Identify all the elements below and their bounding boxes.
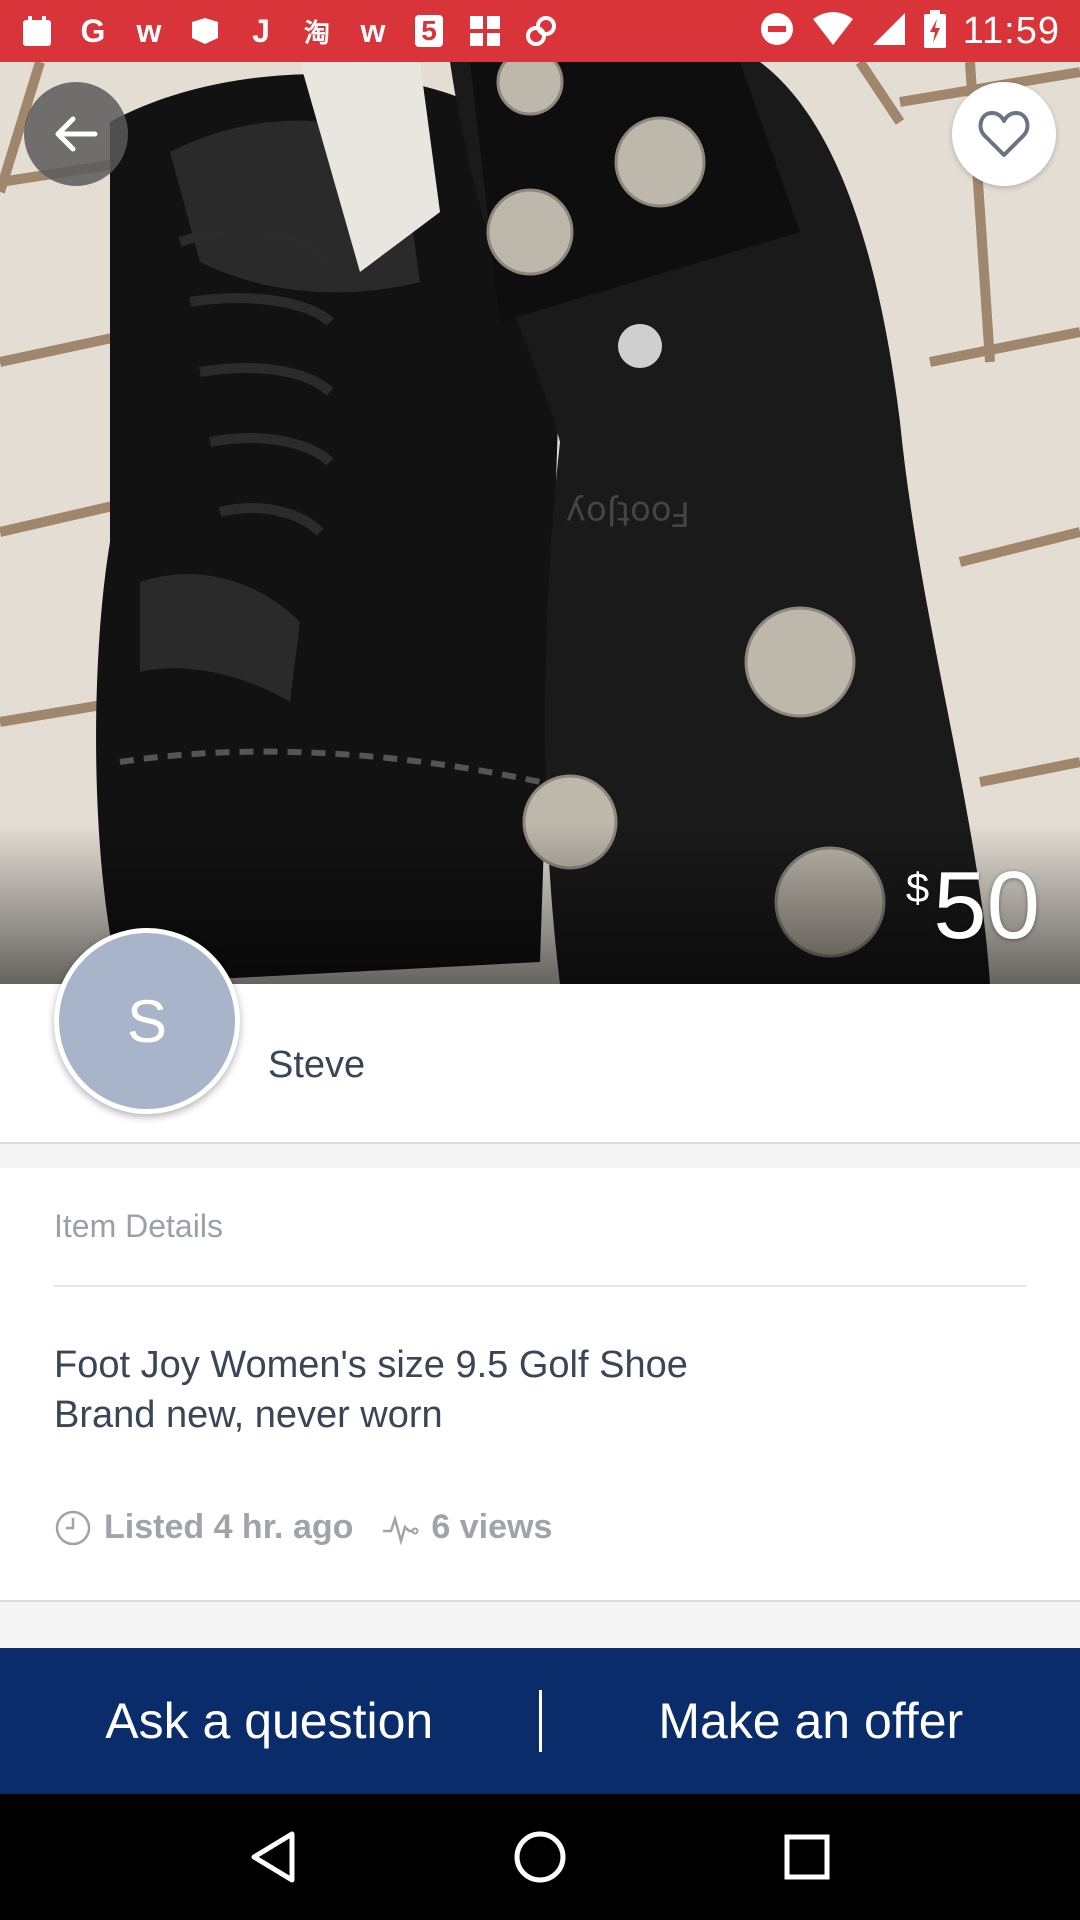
item-photo[interactable]: FootJoy [0,62,1080,984]
divider [54,1285,1026,1287]
triangle-back-icon [251,1831,295,1883]
taobao-icon: 淘 [303,17,330,48]
item-description: Foot Joy Women's size 9.5 Golf Shoe Bran… [54,1340,688,1440]
listed-time-text: Listed 4 hr. ago [104,1508,354,1546]
view-count: 6 views [381,1508,552,1547]
chat-icon [188,14,222,48]
back-button[interactable] [24,82,128,186]
action-bar: Ask a question Make an offer [0,1648,1080,1794]
square-recents-icon [784,1834,830,1880]
system-nav-bar [0,1794,1080,1920]
make-offer-button[interactable]: Make an offer [542,1648,1080,1794]
item-details-header: Item Details [54,1208,223,1244]
ask-question-button[interactable]: Ask a question [0,1648,539,1794]
item-details-card: Item Details Foot Joy Women's size 9.5 G… [0,1168,1080,1602]
notification-icon-5-text: 5 [415,15,443,47]
svg-text:FootJoy: FootJoy [566,493,690,533]
notification-icon-w2: w [360,12,386,49]
seller-name[interactable]: Steve [268,1044,365,1087]
section-spacer [0,1144,1080,1168]
wifi-icon [811,11,855,52]
description-line: Brand new, never worn [54,1394,443,1436]
price-currency: $ [905,864,930,911]
calendar-icon [20,14,54,48]
price-amount: 50 [933,852,1040,959]
price-label: $ 50 [906,858,1040,954]
activity-icon [383,1514,419,1545]
nav-home-button[interactable] [500,1817,580,1897]
nav-recents-button[interactable] [767,1817,847,1897]
link-icon [524,14,558,48]
notification-icon-w: w [136,12,162,49]
listing-meta: Listed 4 hr. ago 6 views [54,1508,552,1547]
heart-icon [978,111,1030,157]
notification-icon-g: G [80,12,106,49]
status-time: 11:59 [962,9,1060,52]
arrow-left-icon [55,116,98,152]
avatar[interactable]: S [54,928,240,1114]
favorite-button[interactable] [952,82,1056,186]
description-line: Foot Joy Women's size 9.5 Golf Shoe [54,1344,688,1386]
signal-icon [871,11,907,52]
notification-icon-5: 5 [412,14,446,48]
avatar-initial: S [126,987,168,1055]
grid-icon [468,14,502,48]
nav-back-button[interactable] [233,1817,313,1897]
view-count-text: 6 views [431,1508,553,1546]
clock-icon [55,1510,91,1545]
status-bar: G w J 淘 w 5 11:59 [0,0,1080,62]
dnd-icon [759,11,795,52]
battery-icon [923,9,947,53]
listed-time: Listed 4 hr. ago [54,1508,353,1547]
circle-home-icon [514,1831,566,1883]
notification-icon-j: J [252,12,270,49]
section-spacer [0,1602,1080,1648]
